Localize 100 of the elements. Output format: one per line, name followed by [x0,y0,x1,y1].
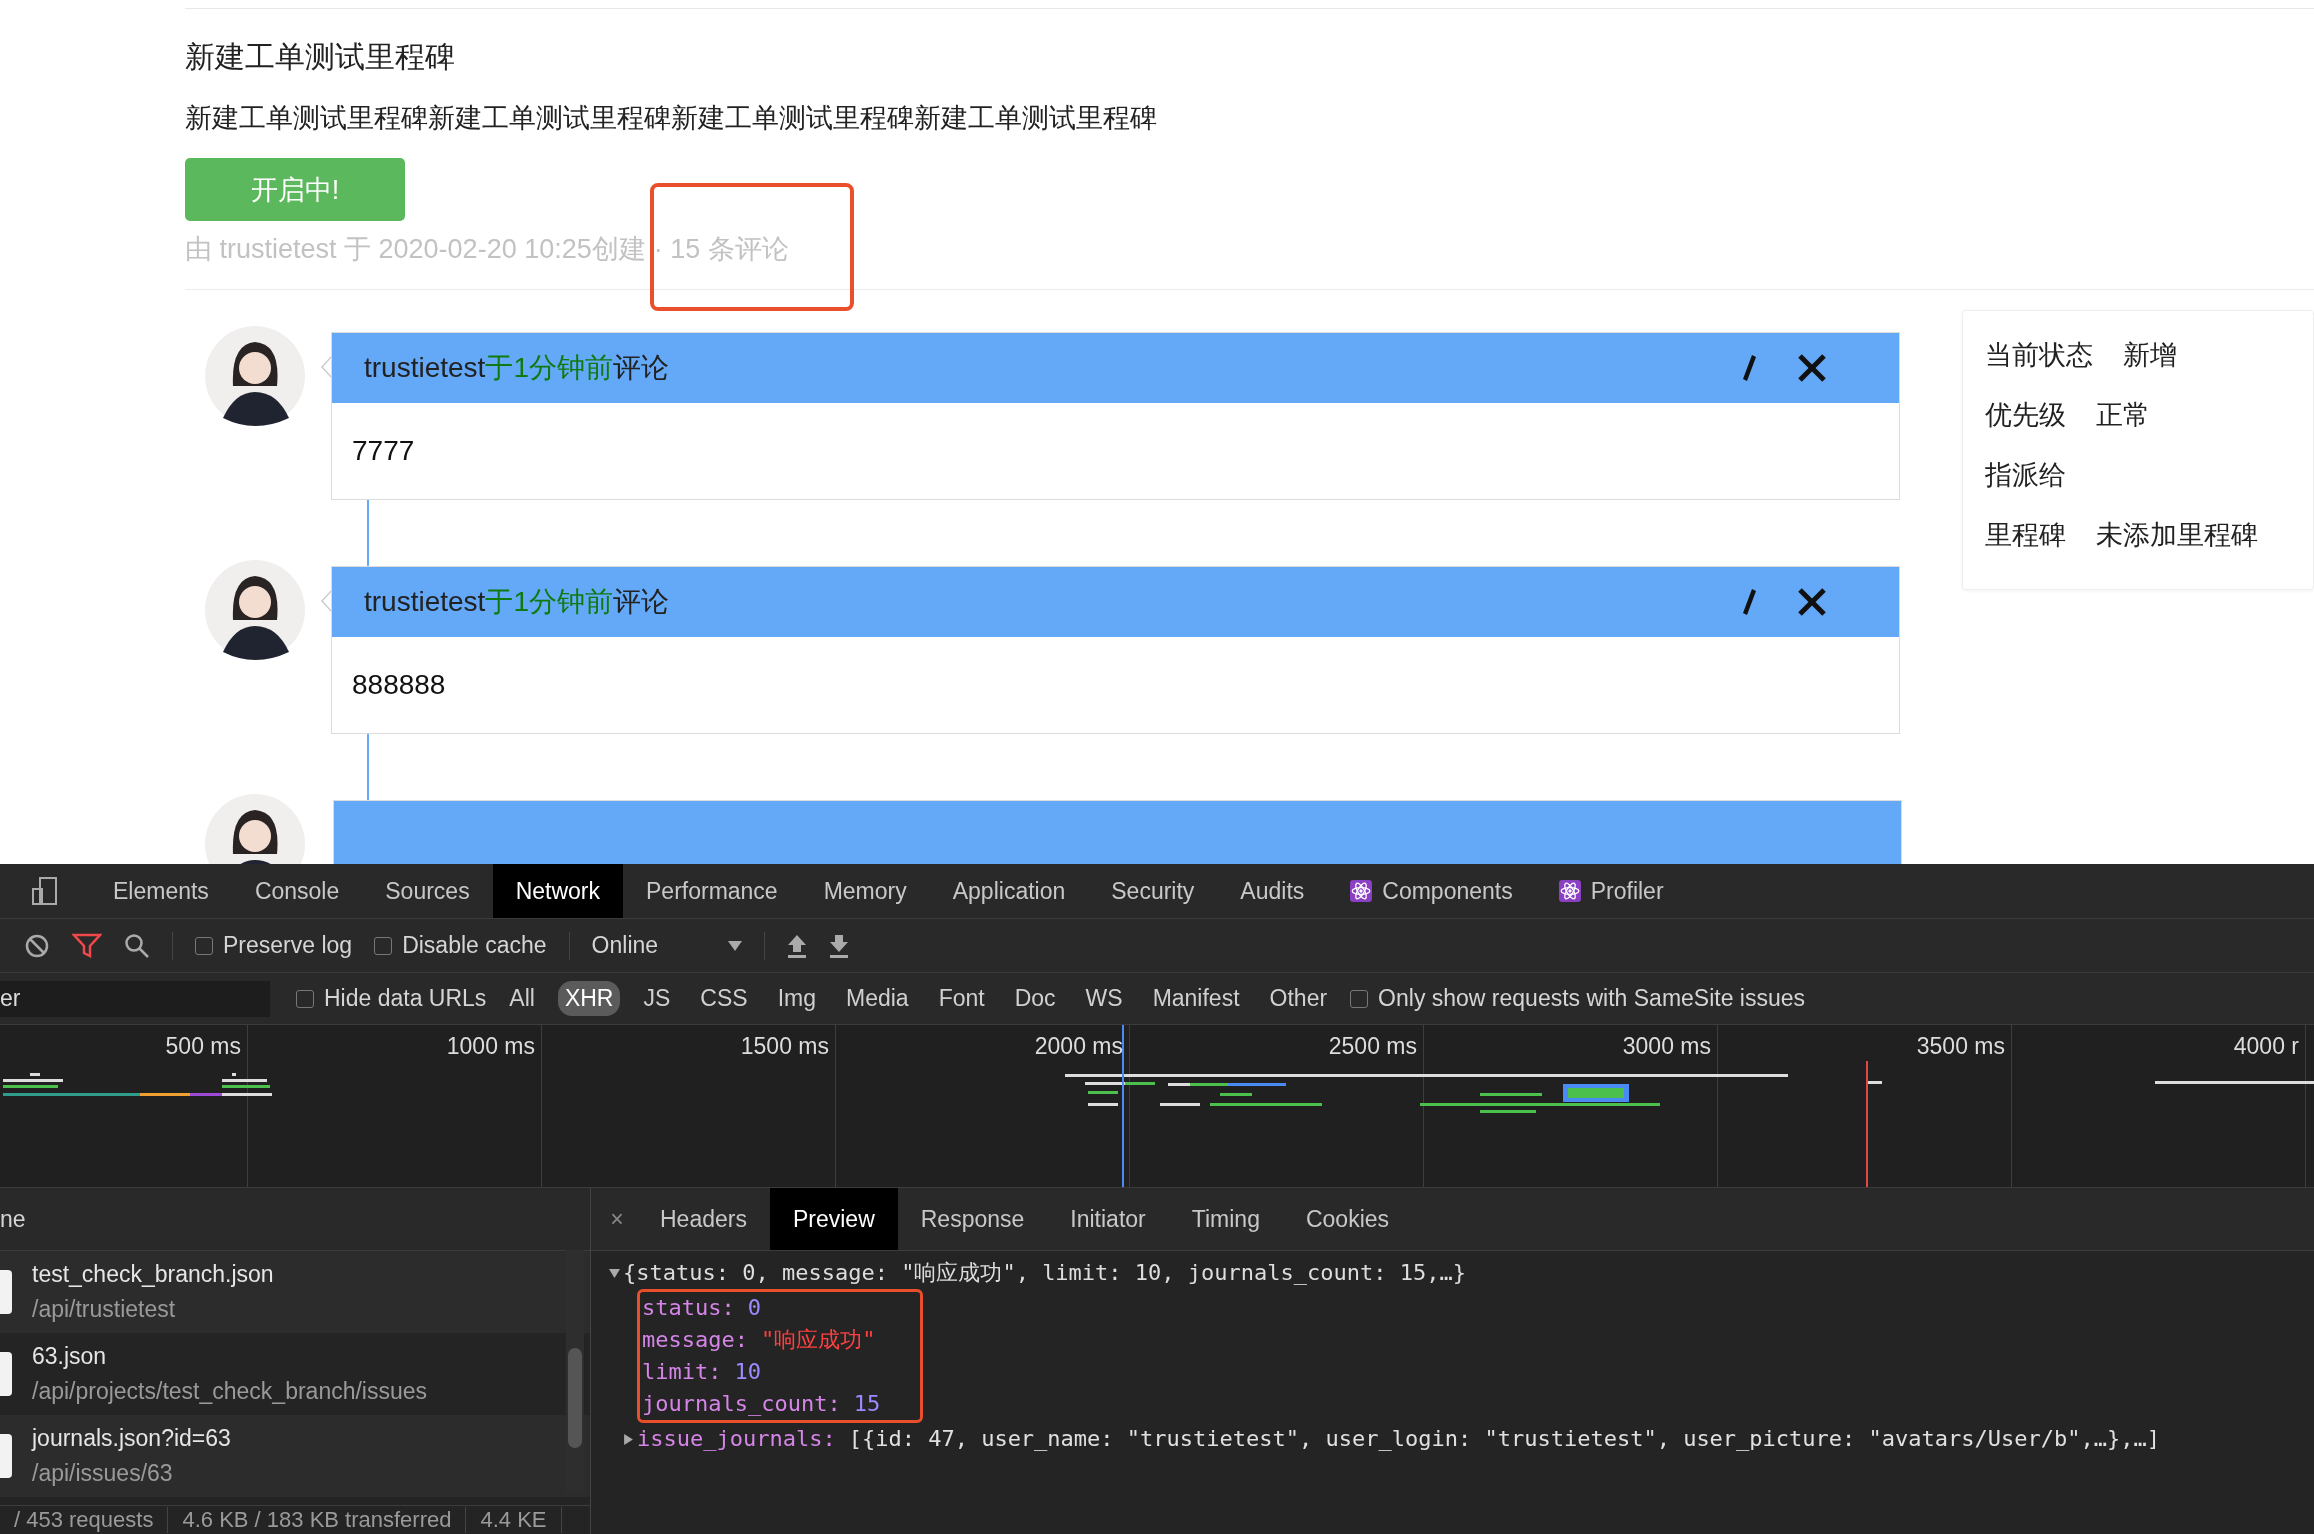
type-filter[interactable]: All [502,981,542,1016]
property-value: 15 [853,1390,881,1418]
close-icon[interactable] [1797,587,1827,617]
close-icon[interactable] [1797,353,1827,383]
summary-text: 4.6 KB / 183 KB transferred [168,1507,467,1533]
devtools-tab[interactable]: Application [929,864,1089,918]
file-icon [0,1434,12,1478]
scrollbar-thumb[interactable] [568,1348,582,1448]
field-value: 正常 [2096,399,2150,432]
checkbox-label: Disable cache [402,932,547,959]
comment-count: · 15 条评论 [653,231,789,267]
comment-body: 888888 [351,668,447,702]
checkbox[interactable] [195,936,213,955]
issue-description: 新建工单测试里程碑新建工单测试里程碑新建工单测试里程碑新建工单测试里程碑 [185,102,1158,135]
request-name: test_check_branch.json [32,1261,274,1288]
type-filter[interactable]: Media [838,981,916,1016]
checkbox-label: Only show requests with SameSite issues [1378,985,1806,1012]
type-filter[interactable]: Manifest [1145,981,1247,1016]
property-key: message: [642,1324,748,1356]
request-path: /api/trustietest [32,1296,177,1323]
atom-icon [1558,880,1581,902]
property-key: journals_count: [642,1388,841,1420]
field-label: 指派给 [1985,459,2066,492]
checkbox[interactable] [374,936,393,955]
field-label: 当前状态 [1985,339,2093,372]
request-row[interactable]: journals.json?id=63 /api/issues/63 [0,1415,590,1497]
comment-author-line: trustietest于1分钟前评论 [364,351,670,385]
detail-tab[interactable]: Response [897,1188,1048,1250]
type-filter[interactable]: WS [1078,981,1130,1016]
devtools-tab[interactable]: Components [1327,864,1536,918]
file-icon [0,1352,12,1396]
device-icon[interactable] [32,877,58,905]
time-tick: 3000 ms [1622,1033,1711,1059]
property-key: status: [642,1292,735,1324]
filter-icon[interactable] [72,932,102,959]
time-tick: 1500 ms [740,1033,829,1059]
filter-field[interactable]: er [0,980,270,1017]
devtools-tab[interactable]: Memory [800,864,930,918]
devtools-tab[interactable]: Sources [362,864,493,918]
devtools-tab[interactable]: Network [492,864,623,918]
atom-icon [1350,880,1373,902]
detail-tab[interactable]: Timing [1168,1188,1283,1250]
request-name: 63.json [32,1343,108,1370]
throttling-select[interactable]: Online [591,932,743,959]
devtools-tab[interactable]: Elements [90,864,232,918]
request-row[interactable]: test_check_branch.json /api/trustietest [0,1251,590,1333]
time-tick: 2500 ms [1328,1033,1417,1059]
property-value: "响应成功" [760,1326,876,1354]
close-button[interactable]: × [597,1188,637,1250]
checkbox[interactable] [296,989,314,1008]
time-tick: 500 ms [165,1033,241,1059]
pencil-icon[interactable] [1741,354,1757,382]
field-label: 里程碑 [1985,519,2066,552]
detail-tab[interactable]: Cookies [1282,1188,1413,1250]
time-tick: 3500 ms [1916,1033,2005,1059]
pencil-icon[interactable] [1741,588,1757,616]
field-label: 优先级 [1985,399,2066,432]
avatar-icon [205,560,305,660]
request-path: /api/projects/test_check_branch/issues [32,1378,428,1405]
devtools-tab[interactable]: Performance [623,864,801,918]
type-filter[interactable]: Img [770,981,823,1016]
expanded-triangle-icon[interactable] [609,1267,620,1279]
checkbox-label: Preserve log [223,932,353,959]
checkbox[interactable] [1350,989,1369,1008]
detail-tab[interactable]: Headers [637,1188,770,1250]
request-path: /api/issues/63 [32,1460,174,1487]
file-icon [0,1270,12,1314]
issue-meta: 由 trustietest 于 2020-02-20 10:25创建 [185,233,646,266]
block-icon[interactable] [24,932,50,959]
request-name: journals.json?id=63 [32,1425,231,1452]
detail-tab[interactable]: Preview [769,1188,898,1250]
upload-icon[interactable] [787,933,808,958]
caret-icon [728,940,743,951]
time-tick: 2000 ms [1034,1033,1123,1059]
detail-tab[interactable]: Initiator [1047,1188,1169,1250]
type-filter[interactable]: Other [1262,981,1335,1016]
download-icon[interactable] [829,933,850,958]
type-filter[interactable]: Font [931,981,992,1016]
devtools-tab[interactable]: Console [231,864,363,918]
property-key: limit: [642,1356,722,1388]
property-value: 10 [734,1358,761,1386]
type-filter[interactable]: XHR [557,981,621,1016]
field-value: 未添加里程碑 [2096,519,2258,552]
avatar-icon [205,326,305,426]
type-filter[interactable]: JS [636,981,678,1016]
column-header[interactable]: ne [0,1205,26,1233]
type-filter[interactable]: CSS [693,981,755,1016]
search-icon[interactable] [124,932,150,959]
comment-author-line: trustietest于1分钟前评论 [364,585,670,619]
summary-text: / 453 requests [0,1507,169,1533]
devtools-tab[interactable]: Audits [1217,864,1328,918]
time-tick: 4000 r [2233,1033,2299,1059]
request-row[interactable]: 63.json /api/projects/test_check_branch/issues [0,1333,590,1415]
devtools-tab[interactable]: Security [1088,864,1218,918]
collapsed-triangle-icon[interactable] [623,1433,634,1445]
type-filter[interactable]: Doc [1007,981,1063,1016]
summary-text: 4.4 KE [466,1507,562,1533]
devtools-tab[interactable]: Profiler [1535,864,1687,918]
property-key: issue_journals: [637,1423,836,1455]
property-value: [{id: 47, user_name: "trustietest", user_login: "trustietest", user_picture: "avatars/User/b",…},…] [848,1425,2160,1453]
